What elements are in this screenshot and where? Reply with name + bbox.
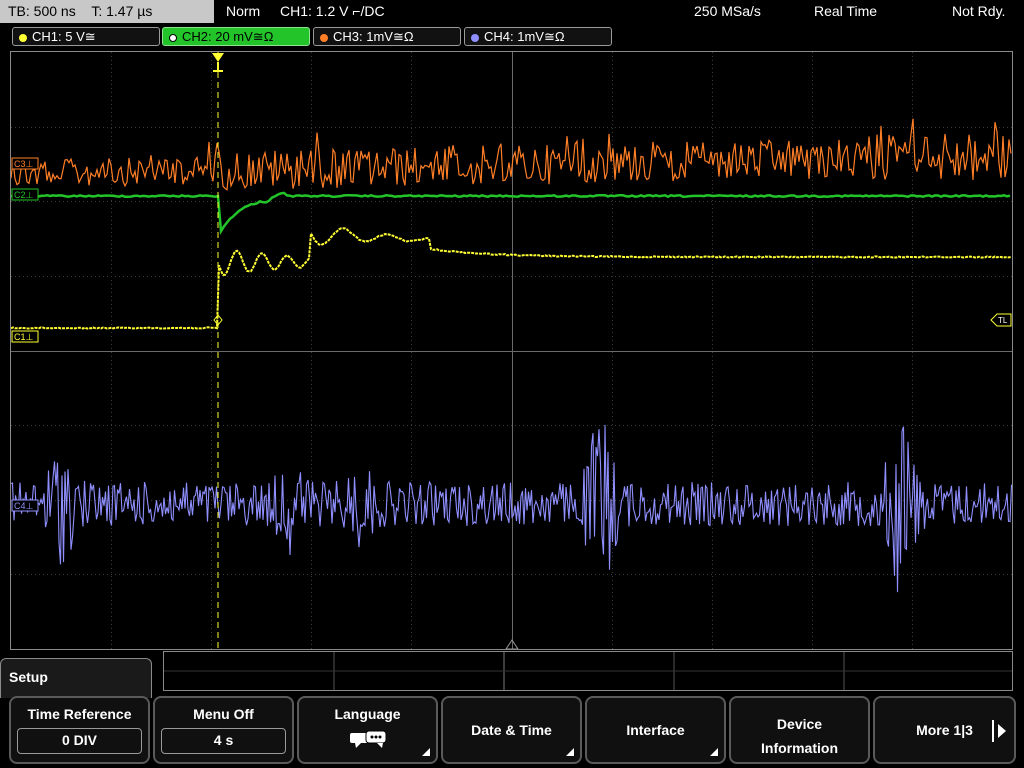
trigger-time-value: T: 1.47 µs [91,3,153,19]
channel-tab-ch1[interactable]: CH1: 5 V≅ [12,27,160,46]
svg-text:C4⊥: C4⊥ [14,501,34,511]
ch4-waveform [11,424,1012,593]
ch1-offset-marker[interactable]: C1⊥ [11,330,39,343]
submenu-corner-icon [566,748,574,756]
channel-tab-ch4[interactable]: CH4: 1mV≅Ω [464,27,612,46]
channel-tab-ch3[interactable]: CH3: 1mV≅Ω [313,27,461,46]
graticule [11,52,1012,649]
overview-strip [163,651,1013,691]
time-reference-button[interactable]: Time Reference 0 DIV [9,696,150,764]
ch2-dot-icon [169,33,177,42]
interface-button[interactable]: Interface [585,696,726,764]
timebase-value: TB: 500 ns [8,3,76,19]
ch4-offset-marker[interactable]: C4⊥ [11,499,39,512]
ch3-offset-marker[interactable]: C3⊥ [11,157,39,170]
channel-tab-ch2[interactable]: CH2: 20 mV≅Ω [162,27,310,46]
status-bar: Norm CH1: 1.2 V ⌐/DC 250 MSa/s Real Time… [216,0,1024,23]
timebase-readout[interactable]: TB: 500 ns T: 1.47 µs [0,0,214,23]
ch2-offset-marker[interactable]: C2⊥ [11,188,39,201]
ch1-dot-icon [19,33,27,42]
menu-off-value: 4 s [161,728,286,754]
menu-off-button[interactable]: Menu Off 4 s [153,696,294,764]
svg-text:C3⊥: C3⊥ [14,159,34,169]
ch2-waveform [11,191,1011,236]
waveform-display[interactable]: C3⊥ C2⊥ C1⊥ C4⊥ TL [10,51,1013,650]
svg-text:TL: TL [998,316,1008,325]
trigger-level-marker[interactable]: TL [990,313,1012,327]
speech-bubble-icon [350,730,387,748]
svg-text:C1⊥: C1⊥ [14,332,34,342]
ch4-dot-icon [471,33,479,42]
trigger-source: CH1: 1.2 V ⌐/DC [280,3,385,19]
svg-text:C2⊥: C2⊥ [14,190,34,200]
acquisition-state: Not Rdy. [952,3,1006,19]
language-button[interactable]: Language [297,696,438,764]
trigger-position-icon[interactable] [212,53,224,72]
sample-rate: 250 MSa/s [694,3,761,19]
trigger-mode: Norm [226,3,261,19]
submenu-corner-icon [710,748,718,756]
device-information-button[interactable]: Device Information [729,696,870,764]
acquisition-mode: Real Time [814,3,878,19]
date-time-button[interactable]: Date & Time [441,696,582,764]
next-page-icon [998,724,1006,738]
submenu-corner-icon [422,748,430,756]
divider [992,720,994,742]
time-reference-value: 0 DIV [17,728,142,754]
ch1-waveform [11,227,1012,330]
ch3-dot-icon [320,33,328,42]
menu-title: Setup [0,658,152,698]
ch3-waveform [11,118,1012,191]
more-button[interactable]: More 1|3 [873,696,1016,764]
